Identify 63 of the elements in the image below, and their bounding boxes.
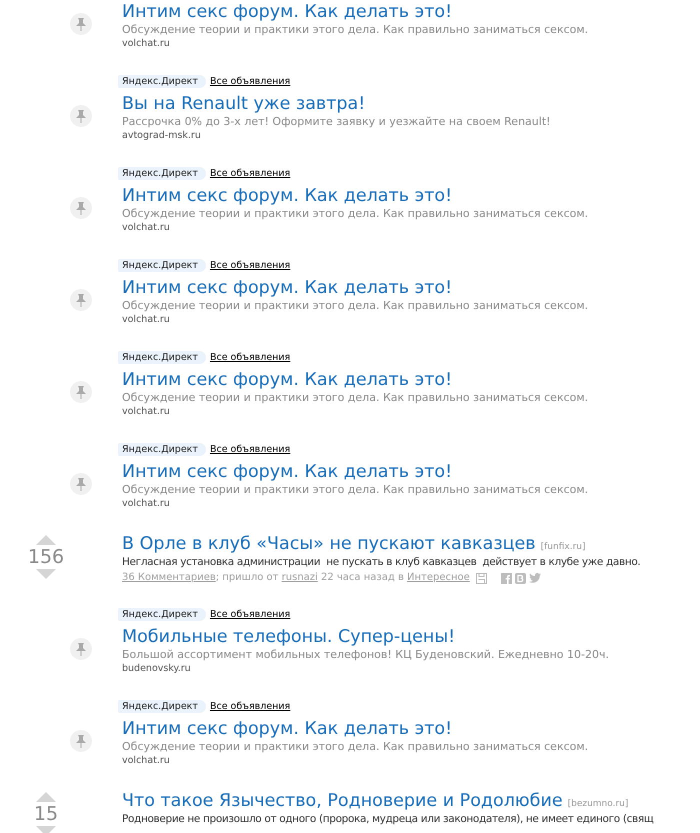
- ad-domain: volchat.ru: [122, 754, 170, 767]
- facebook-icon[interactable]: [500, 572, 512, 584]
- ad-text: Обсуждение теории и практики этого дела. Как правильно заниматься сексом.: [122, 483, 588, 497]
- ad-text: Рассрочка 0% до 3-х лет! Оформите заявку и уезжайте на своем Renault!: [122, 115, 551, 129]
- pushpin-icon: [70, 288, 92, 310]
- story-text: Родноверие не произошло от одного (пророка, мудреца или законодателя), не имеет единого (свящ: [122, 812, 654, 827]
- vote-count: 156: [28, 545, 64, 569]
- pushpin-icon: [70, 104, 92, 126]
- ad-title[interactable]: Мобильные телефоны. Супер-цены!: [122, 626, 456, 648]
- pushpin-icon: [70, 730, 92, 752]
- pushpin-icon: [70, 638, 92, 660]
- all-ads-link[interactable]: Все объявления: [210, 444, 290, 454]
- ad-label: Яндекс.Директ: [118, 74, 206, 88]
- pushpin-icon: [70, 12, 92, 34]
- ad-text: Обсуждение теории и практики этого дела. Как правильно заниматься сексом.: [122, 23, 588, 37]
- ad-label: Яндекс.Директ: [118, 350, 206, 364]
- ad-domain: volchat.ru: [122, 313, 170, 326]
- upvote-icon[interactable]: [36, 535, 56, 545]
- ad-text: Обсуждение теории и практики этого дела. Как правильно заниматься сексом.: [122, 207, 588, 221]
- ad-title[interactable]: Вы на Renault уже завтра!: [122, 93, 366, 115]
- ad-text: Обсуждение теории и практики этого дела. Как правильно заниматься сексом.: [122, 299, 588, 313]
- ad-domain: volchat.ru: [122, 37, 170, 50]
- story-text: Негласная установка администрации не пускать в клуб кавказцев действует в клубе уже давно.: [122, 555, 640, 570]
- twitter-icon[interactable]: [528, 573, 541, 583]
- pushpin-icon: [70, 196, 92, 218]
- ad-title[interactable]: Интим секс форум. Как делать это!: [122, 369, 452, 391]
- ad-domain: avtograd-msk.ru: [122, 129, 201, 142]
- all-ads-link[interactable]: Все объявления: [210, 352, 290, 362]
- vote-count: 15: [34, 802, 58, 826]
- upvote-icon[interactable]: [36, 792, 56, 802]
- ad-label: Яндекс.Директ: [118, 608, 206, 620]
- downvote-icon[interactable]: [36, 569, 56, 579]
- story-title[interactable]: В Орле в клуб «Часы» не пускают кавказцев: [122, 533, 536, 555]
- all-ads-link[interactable]: Все объявления: [210, 260, 290, 270]
- ad-text: Обсуждение теории и практики этого дела. Как правильно заниматься сексом.: [122, 391, 588, 405]
- pushpin-icon: [70, 472, 92, 494]
- ad-label: Яндекс.Директ: [118, 258, 206, 272]
- pushpin-icon: [70, 380, 92, 402]
- ad-domain: volchat.ru: [122, 405, 170, 418]
- downvote-icon[interactable]: [36, 826, 56, 833]
- story-title[interactable]: Что такое Язычество, Родноверие и Родолюбие: [122, 790, 563, 812]
- all-ads-link[interactable]: Все объявления: [210, 700, 290, 712]
- ad-title[interactable]: Интим секс форум. Как делать это!: [122, 461, 452, 483]
- all-ads-link[interactable]: Все объявления: [210, 168, 290, 178]
- save-icon[interactable]: [476, 572, 487, 584]
- ad-title[interactable]: Интим секс форум. Как делать это!: [122, 1, 452, 23]
- ad-label: Яндекс.Директ: [118, 442, 206, 456]
- ad-label: Яндекс.Директ: [118, 700, 206, 712]
- ad-text: Большой ассортимент мобильных телефонов! КЦ Буденовский. Ежедневно 10-20ч.: [122, 648, 609, 662]
- ad-label: Яндекс.Директ: [118, 166, 206, 180]
- ad-title[interactable]: Интим секс форум. Как делать это!: [122, 718, 452, 740]
- ad-domain: volchat.ru: [122, 497, 170, 510]
- ad-domain: budenovsky.ru: [122, 662, 191, 675]
- ad-text: Обсуждение теории и практики этого дела. Как правильно заниматься сексом.: [122, 740, 588, 754]
- all-ads-link[interactable]: Все объявления: [210, 608, 290, 620]
- ad-title[interactable]: Интим секс форум. Как делать это!: [122, 277, 452, 299]
- ad-domain: volchat.ru: [122, 221, 170, 234]
- all-ads-link[interactable]: Все объявления: [210, 76, 290, 86]
- story-source: [bezumno.ru]: [568, 799, 628, 809]
- story-source: [funfix.ru]: [540, 542, 586, 552]
- vk-icon[interactable]: [514, 572, 526, 584]
- ad-title[interactable]: Интим секс форум. Как делать это!: [122, 185, 452, 207]
- story-meta: 36 Комментариев; пришло от rusnazi 22 часа назад в Интересное: [122, 571, 470, 585]
